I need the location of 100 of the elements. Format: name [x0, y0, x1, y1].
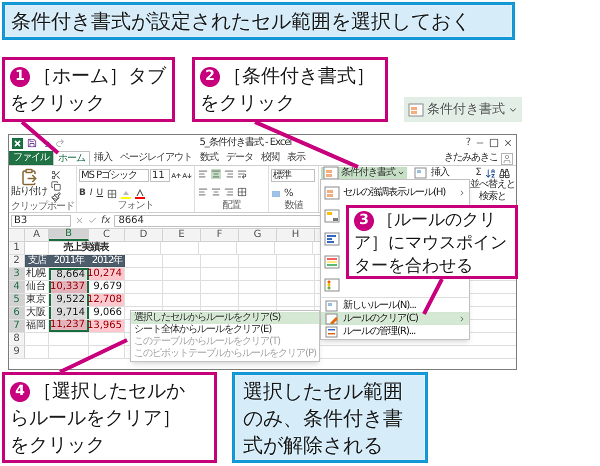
step-number: 3 [354, 210, 374, 230]
column-header[interactable]: D [125, 229, 163, 241]
align-middle-icon[interactable] [211, 169, 221, 179]
callout-text: ア］にマウスポイン ターを合わせる [354, 232, 508, 278]
name-box[interactable]: B3 [11, 214, 71, 226]
merge-cells-icon[interactable] [237, 187, 247, 197]
sort-label[interactable]: 並べ替えと [470, 179, 515, 191]
table-cell: 11,237 [49, 320, 89, 332]
align-center-icon[interactable] [211, 187, 221, 197]
step-number: 1 [10, 66, 30, 86]
menu-item[interactable]: 新しいルール(N)... [321, 299, 469, 312]
ribbon-tab[interactable]: 校閲 [257, 151, 283, 165]
conditional-format-button[interactable]: 条件付き書式 [321, 167, 407, 179]
conditional-format-button[interactable]: 条件付き書式 [404, 97, 522, 122]
align-left-icon[interactable] [198, 187, 208, 197]
user-name[interactable]: きたみあきこ [444, 153, 498, 163]
heading-banner: 条件付き書式が設定されたセル範囲を選択しておく [2, 2, 515, 40]
grow-font-icon[interactable] [171, 170, 181, 180]
group-label: フォント [116, 201, 154, 212]
table-cell: 9,522 [49, 294, 89, 306]
maximize-icon[interactable] [489, 138, 500, 148]
menu-item[interactable]: シート全体からルールをクリア(E) [131, 324, 319, 336]
step-number: 2 [200, 66, 220, 86]
font-size-field[interactable]: 11 [150, 169, 170, 182]
table-header-cell: 2012年 [89, 255, 125, 267]
callout-text: をクリック [200, 91, 296, 116]
paste-label[interactable]: 貼り付け [11, 187, 47, 197]
shrink-font-icon[interactable] [182, 170, 192, 180]
fill-color-icon[interactable] [121, 188, 132, 198]
cancel-icon[interactable] [75, 216, 84, 225]
row-header[interactable]: 9 [9, 346, 25, 358]
align-top-icon[interactable] [198, 169, 208, 179]
scissors-icon[interactable] [51, 170, 61, 180]
autosum-button[interactable]: Σ [475, 168, 482, 178]
table-cell: 8,664 [49, 268, 89, 280]
ribbon-tab[interactable]: 表示 [283, 151, 309, 165]
window-title: 5_条件付き書式 - Excel [199, 138, 292, 148]
highlighted-table-icon [408, 102, 424, 118]
group-label: 配置 [222, 201, 242, 212]
ribbon-tab[interactable]: データ [222, 151, 257, 165]
sort-icon[interactable] [484, 168, 496, 178]
menu-item[interactable]: セルの強調表示ルール(H) [321, 181, 469, 204]
ribbon-tab[interactable]: ファイル [9, 151, 53, 165]
menu-item[interactable]: ルールの管理(R)... [321, 325, 469, 338]
spreadsheet-logo-icon [12, 138, 23, 148]
result-text: 選択したセル範囲 のみ、条件付き書 式が解除される [243, 378, 404, 459]
binoculars-icon[interactable] [498, 168, 510, 178]
wrap-text-icon[interactable] [237, 169, 247, 179]
border-icon[interactable] [107, 188, 118, 198]
ribbon-tab[interactable]: ページレイアウト [116, 151, 196, 165]
row-header[interactable]: 8 [9, 333, 25, 345]
insert-button[interactable]: 挿入 [413, 167, 449, 179]
table-header-cell: 2011年 [49, 255, 89, 267]
callout-text: ［ホーム］タブ [33, 64, 166, 89]
row-header[interactable]: 5 [9, 294, 25, 306]
align-right-icon[interactable] [224, 187, 234, 197]
function-button[interactable]: fx [101, 216, 110, 226]
table-title: 売上実績表 [62, 242, 110, 254]
callout-text: をクリック [10, 91, 106, 116]
row-header[interactable]: 4 [9, 281, 25, 293]
copy-icon[interactable] [51, 181, 61, 191]
highlighted-table-icon [324, 184, 340, 200]
ranked-table-icon [324, 208, 340, 224]
redo-icon[interactable] [55, 138, 65, 148]
ribbon-tab[interactable]: 数式 [196, 151, 222, 165]
column-header[interactable]: E [163, 229, 201, 241]
save-icon[interactable] [27, 138, 37, 148]
column-header[interactable]: H [277, 229, 315, 241]
row-header[interactable]: 6 [9, 307, 25, 319]
row-header[interactable]: 2 [9, 255, 25, 267]
percent-button[interactable]: % [284, 188, 294, 198]
row-header[interactable]: 3 [9, 268, 25, 280]
step-number: 4 [10, 382, 30, 402]
column-header[interactable]: C [89, 229, 125, 241]
find-label[interactable]: 検索と [479, 191, 506, 203]
currency-icon[interactable] [271, 188, 281, 198]
paste-icon[interactable] [20, 168, 38, 186]
align-bottom-icon[interactable] [224, 169, 234, 179]
number-format-field[interactable]: 標準 [271, 169, 315, 182]
help-button[interactable]: ? [466, 138, 472, 148]
menu-item[interactable]: ルールのクリア(C) [321, 312, 469, 325]
ribbon-tab[interactable]: ホーム [53, 151, 90, 165]
table-cell: 10,337 [49, 281, 89, 293]
row-header[interactable]: 7 [9, 320, 25, 332]
menu-item[interactable]: 選択したセルからルールをクリア(S) [131, 312, 319, 324]
format-button[interactable]: U [96, 189, 104, 198]
caret-icon [397, 169, 405, 177]
font-color-icon[interactable] [135, 188, 146, 198]
row-header[interactable]: 1 [9, 242, 25, 254]
format-button[interactable]: B [79, 189, 86, 198]
ribbon-tab[interactable]: 挿入 [90, 151, 116, 165]
close-icon[interactable] [503, 138, 514, 148]
column-header[interactable]: F [201, 229, 239, 241]
paintbrush-icon[interactable] [51, 192, 61, 202]
format-button[interactable]: I [90, 189, 93, 198]
column-header[interactable]: G [239, 229, 277, 241]
enter-icon[interactable] [88, 216, 97, 225]
font-name-field[interactable]: MS Pゴシック [79, 169, 149, 182]
callout-text: ［選択したセルか [33, 379, 185, 404]
column-header[interactable]: B [49, 229, 89, 241]
